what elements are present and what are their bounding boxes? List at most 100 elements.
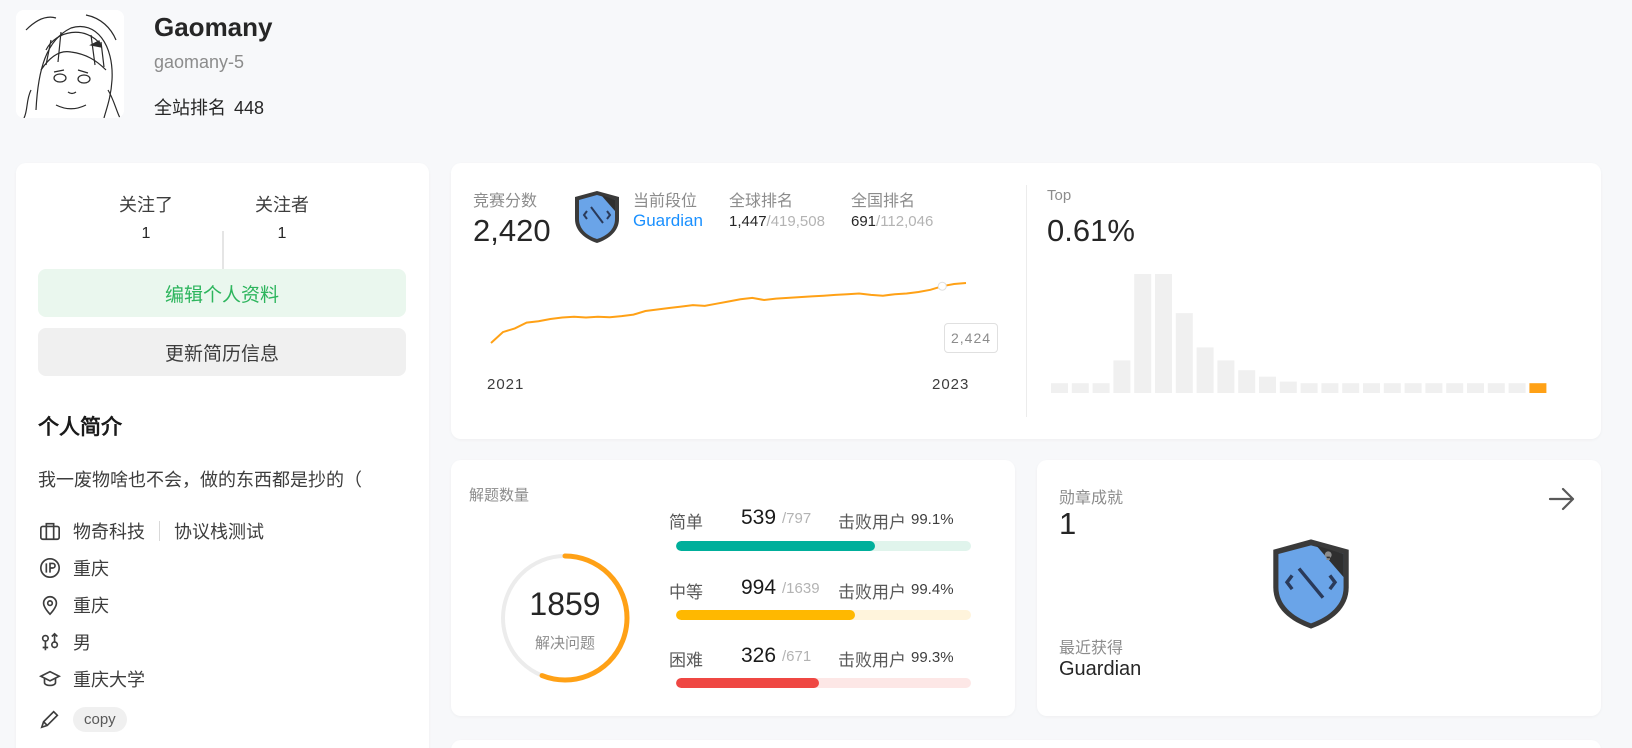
histogram-bar [1259,376,1276,393]
bio-text: 我一废物啥也不会，做的东西都是抄的（ [38,470,362,490]
guardian-badge-large-icon[interactable] [1265,536,1357,632]
profile-sidebar-card: 关注了 1 关注者 1 编辑个人资料 更新简历信息 个人简介 我一废物啥也不会，… [16,163,429,748]
next-card [451,740,1601,748]
medium-beat-label: 击败用户 [838,583,906,602]
top-label: Top [1047,187,1072,204]
info-divider [159,521,160,541]
skill-tag[interactable]: copy [73,706,127,732]
badges-count: 1 [1059,506,1077,541]
avatar[interactable] [16,10,124,118]
location: 重庆 [73,596,109,616]
briefcase-icon [38,519,62,543]
following-label: 关注了 [119,195,173,215]
gender-row: 男 [38,629,91,655]
histogram-bar [1487,383,1505,393]
histogram-bar [1071,383,1089,393]
histogram-bar [1196,347,1214,393]
rating-history-chart[interactable] [451,163,1026,403]
gender-icon [38,630,62,654]
hard-progress-bar [676,678,971,688]
histogram-bar [1383,383,1401,393]
location-pin-icon [38,593,62,617]
school-row: 重庆大学 [38,666,145,692]
company-name: 物奇科技 [73,522,145,542]
username: gaomany-5 [154,52,245,72]
avatar-image [16,10,124,118]
easy-solved: 539 [741,506,777,529]
hard-beat-value: 99.3% [911,649,954,666]
site-rank-label: 全站排名 [154,98,226,118]
hard-label: 困难 [669,651,703,670]
medium-progress-bar [676,610,971,620]
ip-icon [38,556,62,580]
histogram-bar [1051,383,1068,393]
histogram-bar [1217,360,1235,393]
edit-profile-button[interactable]: 编辑个人资料 [38,269,406,317]
solved-count: 1859 [529,586,601,622]
histogram-bar [1467,383,1484,393]
histogram-bar [1446,383,1464,393]
histogram-bar [1092,383,1110,393]
site-rank: 全站排名 448 [154,94,264,120]
x-tick-end: 2023 [932,376,970,393]
top-percent: 0.61% [1047,213,1135,248]
section-divider [1026,185,1027,417]
arrow-right-icon[interactable] [1547,484,1577,514]
histogram-bar [1113,360,1131,393]
histogram-bar [1321,383,1339,393]
medium-total: /1639 [782,580,820,597]
x-tick-start: 2021 [487,376,525,393]
easy-label: 简单 [669,513,703,532]
rating-tooltip: 2,424 [944,323,999,353]
skills-row: copy [38,706,127,732]
profile-header: Gaomany gaomany-5 全站排名 448 [16,10,616,120]
easy-progress-bar [676,541,971,551]
ip-location: 重庆 [73,559,109,579]
display-name: Gaomany [154,12,273,42]
medium-label: 中等 [669,583,703,602]
hard-total: /671 [782,648,812,665]
problems-title: 解题数量 [469,487,530,504]
followers-label: 关注者 [255,195,309,215]
histogram-bar [1279,381,1297,393]
about-title: 个人简介 [38,416,122,439]
histogram-bar [1508,383,1526,393]
rating-line-series [490,282,967,344]
school: 重庆大学 [73,670,145,690]
histogram-bar [1238,370,1256,393]
histogram-bar [1404,383,1422,393]
solved-progress-ring: 1859 解决问题 [495,548,635,688]
following-stat[interactable]: 关注了 1 [76,191,216,243]
rating-distribution-chart[interactable] [1051,263,1571,403]
contest-rating-card: 竞赛分数 2,420 当前段位 Guardian 全球排名 1,447/419,… [451,163,1601,439]
hard-solved: 326 [741,644,777,667]
badges-title: 勋章成就 [1059,490,1124,507]
hard-progress-fill [676,678,820,688]
solved-label: 解决问题 [534,635,595,652]
follow-stats: 关注了 1 关注者 1 [16,191,429,269]
tag-icon [38,707,62,731]
badges-card: 勋章成就 1 最近获得 Guardian [1037,460,1601,716]
histogram-bar [1134,274,1152,393]
following-count: 1 [141,225,151,242]
medium-solved: 994 [741,576,777,599]
easy-beat-label: 击败用户 [838,513,906,532]
ip-row: 重庆 [38,555,109,581]
histogram-bar [1425,383,1443,393]
recent-badge-label: 最近获得 [1059,640,1124,657]
easy-total: /797 [782,510,812,527]
histogram-bar [1342,383,1360,393]
graduation-cap-icon [38,667,62,691]
job-title: 协议栈测试 [174,522,264,542]
histogram-bar [1300,383,1318,393]
rating-point-highlight[interactable] [937,281,947,291]
update-resume-button[interactable]: 更新简历信息 [38,328,406,376]
recent-badge-name: Guardian [1059,658,1142,680]
medium-progress-fill [676,610,855,620]
easy-progress-fill [676,541,876,551]
followers-count: 1 [277,225,287,242]
work-row: 物奇科技 协议栈测试 [38,518,264,544]
problems-solved-card: 解题数量 1859 解决问题 简单 539 /797 击败用户 99.1% 中等… [451,460,1015,716]
followers-stat[interactable]: 关注者 1 [212,191,352,243]
site-rank-value: 448 [234,98,265,118]
